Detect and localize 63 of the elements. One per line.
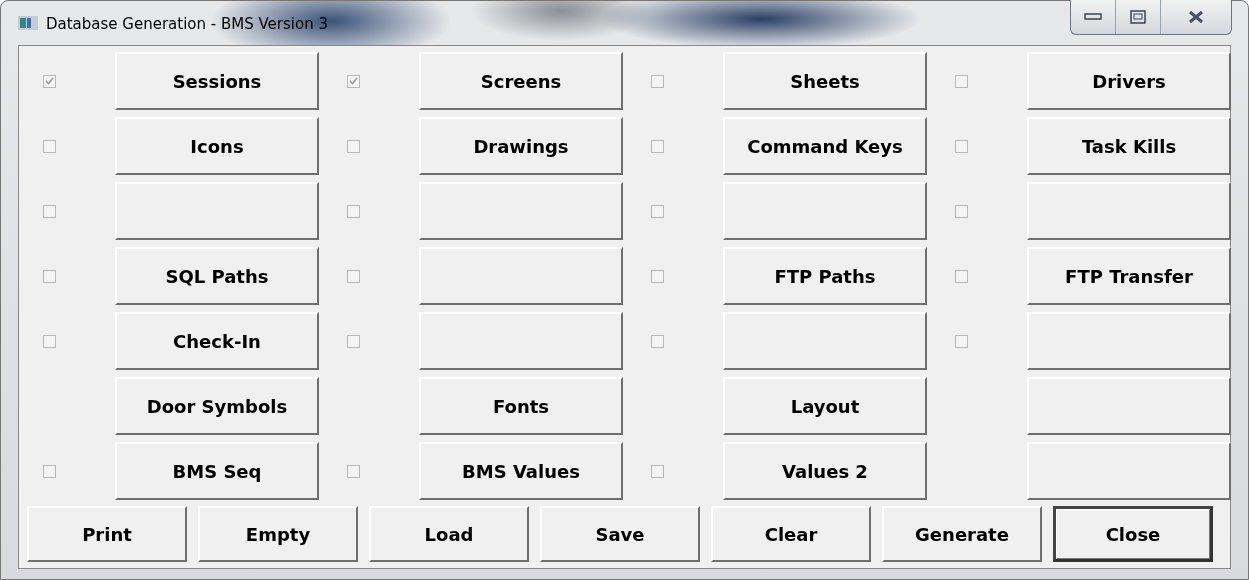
option-button[interactable]: Door Symbols [115, 377, 319, 435]
checkbox[interactable] [955, 74, 968, 88]
option-button[interactable]: Fonts [419, 377, 623, 435]
checkbox[interactable] [651, 334, 664, 348]
checkbox[interactable] [651, 139, 664, 153]
blank-button[interactable] [723, 182, 927, 240]
checkbox[interactable] [347, 334, 360, 348]
checkbox[interactable] [347, 139, 360, 153]
blank-button[interactable] [1027, 182, 1231, 240]
option-button[interactable]: BMS Values [419, 442, 623, 500]
option-button[interactable]: Drawings [419, 117, 623, 175]
checkbox[interactable] [43, 334, 56, 348]
action-button[interactable]: Load [369, 506, 529, 562]
option-button[interactable]: Task Kills [1027, 117, 1231, 175]
option-button[interactable]: Icons [115, 117, 319, 175]
maximize-icon [1130, 10, 1146, 24]
action-button[interactable]: Print [27, 506, 187, 562]
blank-button[interactable] [419, 247, 623, 305]
option-button[interactable]: Screens [419, 52, 623, 110]
option-button[interactable]: FTP Paths [723, 247, 927, 305]
blank-button[interactable] [115, 182, 319, 240]
window-title: Database Generation - BMS Version 3 [46, 15, 328, 33]
checkbox[interactable] [43, 464, 56, 478]
minimize-icon [1084, 13, 1102, 21]
blank-button[interactable] [1027, 442, 1231, 500]
checkbox[interactable] [955, 334, 968, 348]
option-button[interactable]: BMS Seq [115, 442, 319, 500]
checkbox[interactable] [347, 269, 360, 283]
checkbox[interactable] [651, 74, 664, 88]
action-button[interactable]: Clear [711, 506, 871, 562]
option-button[interactable]: Command Keys [723, 117, 927, 175]
blank-button[interactable] [419, 182, 623, 240]
checkbox[interactable] [651, 204, 664, 218]
checkbox[interactable] [347, 204, 360, 218]
checkbox[interactable] [43, 74, 56, 88]
checkbox[interactable] [651, 464, 664, 478]
blank-button[interactable] [1027, 377, 1231, 435]
blank-button[interactable] [1027, 312, 1231, 370]
checkbox[interactable] [43, 269, 56, 283]
action-button[interactable]: Generate [882, 506, 1042, 562]
close-icon [1188, 10, 1204, 24]
app-icon [18, 16, 38, 30]
option-button[interactable]: SQL Paths [115, 247, 319, 305]
option-button[interactable]: Layout [723, 377, 927, 435]
option-button[interactable]: Drivers [1027, 52, 1231, 110]
checkbox[interactable] [651, 269, 664, 283]
checkbox[interactable] [347, 74, 360, 88]
option-button[interactable]: Sessions [115, 52, 319, 110]
blank-button[interactable] [419, 312, 623, 370]
option-button[interactable]: Check-In [115, 312, 319, 370]
action-button[interactable]: Save [540, 506, 700, 562]
option-button[interactable]: Values 2 [723, 442, 927, 500]
action-button[interactable]: Empty [198, 506, 358, 562]
checkbox[interactable] [43, 139, 56, 153]
blank-button[interactable] [723, 312, 927, 370]
checkbox[interactable] [43, 204, 56, 218]
checkbox[interactable] [955, 269, 968, 283]
checkbox[interactable] [955, 139, 968, 153]
option-button[interactable]: Sheets [723, 52, 927, 110]
option-button[interactable]: FTP Transfer [1027, 247, 1231, 305]
checkbox[interactable] [955, 204, 968, 218]
checkbox[interactable] [347, 464, 360, 478]
action-button[interactable]: Close [1053, 506, 1213, 562]
